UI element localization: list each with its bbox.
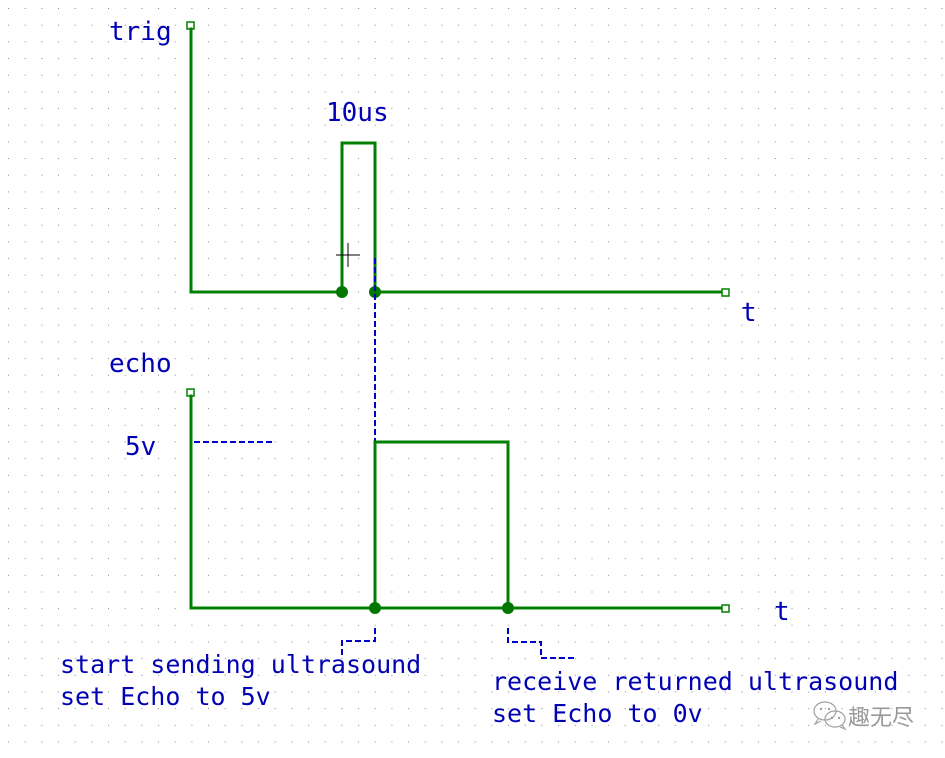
trig-waveform: [189, 27, 724, 294]
pulse-width-label: 10us: [326, 98, 389, 128]
trig-time-axis-label: t: [741, 298, 757, 328]
start-annotation-line1: start sending ultrasound: [60, 650, 421, 679]
echo-baseline: [189, 394, 724, 610]
watermark: 趣无尽: [813, 701, 914, 731]
echo-signal: [186, 388, 730, 614]
echo-rise-junction: [369, 602, 381, 614]
receive-annotation-line1: receive returned ultrasound: [492, 667, 898, 696]
receive-annotation-leader: [507, 628, 576, 659]
echo-fall-junction: [502, 602, 514, 614]
echo-level-label: 5v: [125, 432, 156, 462]
trig-rise-junction: [336, 286, 348, 298]
echo-signal-label: echo: [109, 349, 172, 379]
trig-time-axis-end-pin: [721, 288, 730, 297]
trig-signal-label: trig: [109, 17, 172, 47]
wechat-icon: [813, 701, 847, 731]
echo-time-axis-label: t: [774, 597, 790, 627]
receive-annotation-line2: set Echo to 0v: [492, 699, 703, 728]
echo-time-axis-end-pin: [721, 604, 730, 613]
crosshair-cursor-icon: [336, 243, 360, 267]
trig-signal: [186, 21, 730, 298]
watermark-text: 趣无尽: [848, 706, 914, 731]
start-annotation-line2: set Echo to 5v: [60, 682, 271, 711]
timing-diagram-canvas: trig 10us t echo 5v t start sending ultr…: [8, 8, 943, 743]
